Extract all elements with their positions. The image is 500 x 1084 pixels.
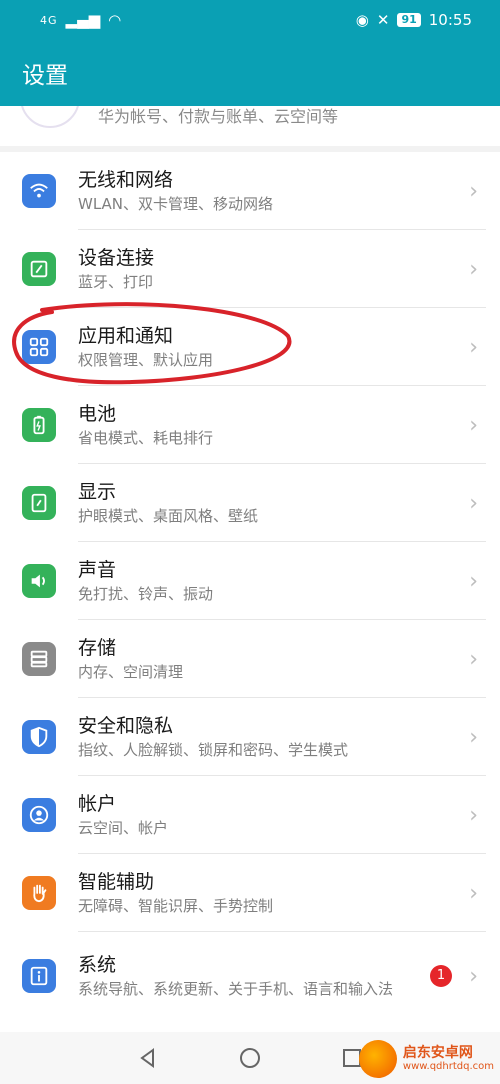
chevron-right-icon: ›: [469, 256, 478, 282]
settings-item-text: 安全和隐私指纹、人脸解锁、锁屏和密码、学生模式: [78, 713, 440, 761]
settings-item-title: 声音: [78, 559, 117, 581]
settings-item-subtitle: 省电模式、耗电排行: [78, 429, 214, 447]
settings-item[interactable]: 设备连接蓝牙、打印 ›: [0, 230, 500, 308]
settings-item[interactable]: 显示护眼模式、桌面风格、壁纸 ›: [0, 464, 500, 542]
settings-item-title: 系统: [78, 954, 117, 976]
settings-item-text: 应用和通知权限管理、默认应用: [78, 323, 440, 371]
back-icon[interactable]: [136, 1046, 160, 1070]
speaker-icon: [22, 564, 56, 598]
settings-item-text: 智能辅助无障碍、智能识屏、手势控制: [78, 869, 440, 917]
watermark-name: 启东安卓网: [402, 1045, 473, 1061]
chevron-right-icon: ›: [469, 178, 478, 204]
settings-item-text: 设备连接 蓝牙、打印: [78, 245, 440, 293]
settings-item-title: 帐户: [78, 793, 117, 815]
settings-item-text: 存储 内存、空间清理: [78, 635, 440, 683]
settings-item-text: 系统系统导航、系统更新、关于手机、语言和输入法: [78, 952, 440, 1000]
settings-item[interactable]: 智能辅助无障碍、智能识屏、手势控制 ›: [0, 854, 500, 932]
account-icon: [22, 798, 56, 832]
settings-item[interactable]: 电池省电模式、耗电排行 ›: [0, 386, 500, 464]
device-link-icon: [22, 252, 56, 286]
status-bar: 4G ▂▄▆ ◠ ◉ ✕ 91 10:55: [0, 0, 500, 40]
hand-icon: [22, 876, 56, 910]
storage-icon: [22, 642, 56, 676]
account-card[interactable]: 华为帐号、付款与账单、云空间等: [0, 106, 500, 146]
info-icon: [22, 959, 56, 993]
settings-item-subtitle: 无障碍、智能识屏、手势控制: [78, 897, 274, 915]
settings-item-text: 显示护眼模式、桌面风格、壁纸: [78, 479, 440, 527]
settings-item-subtitle: WLAN、双卡管理、移动网络: [78, 195, 274, 213]
watermark-logo-icon: [358, 1040, 397, 1078]
settings-item-subtitle: 权限管理、默认应用: [78, 351, 214, 369]
chevron-right-icon: ›: [469, 646, 478, 672]
home-icon[interactable]: [238, 1046, 262, 1070]
eye-icon: ◉: [355, 11, 369, 29]
settings-item[interactable]: 帐户云空间、帐户 ›: [0, 776, 500, 854]
wifi-status-icon: ◠: [108, 11, 122, 29]
settings-item[interactable]: 无线和网络 WLAN、双卡管理、移动网络 ›: [0, 152, 500, 230]
settings-item-title: 存储: [78, 637, 117, 659]
settings-item-text: 无线和网络 WLAN、双卡管理、移动网络: [78, 167, 440, 215]
settings-item[interactable]: 应用和通知权限管理、默认应用 ›: [0, 308, 500, 386]
chevron-right-icon: ›: [469, 802, 478, 828]
chevron-right-icon: ›: [469, 334, 478, 360]
mute-icon: ✕: [376, 11, 390, 29]
status-right: ◉ ✕ 91 10:55: [356, 11, 472, 29]
chevron-right-icon: ›: [469, 724, 478, 750]
network-type: 4G: [40, 13, 58, 27]
battery-icon: [22, 408, 56, 442]
settings-item-subtitle: 免打扰、铃声、振动: [78, 585, 214, 603]
battery-level: 91: [397, 13, 421, 27]
settings-item[interactable]: 存储内存、空间清理 ›: [0, 620, 500, 698]
account-subtitle: 华为帐号、付款与账单、云空间等: [98, 107, 339, 126]
settings-item-title: 设备连接: [78, 247, 155, 269]
settings-item-subtitle: 蓝牙、打印: [78, 273, 154, 291]
watermark: 启东安卓网 www.qdhrtdq.com: [358, 1040, 494, 1078]
status-left: 4G ▂▄▆ ◠: [40, 11, 121, 29]
clock: 10:55: [428, 11, 472, 29]
chevron-right-icon: ›: [469, 412, 478, 438]
settings-item-title: 无线和网络: [78, 169, 174, 191]
notification-badge: 1: [430, 965, 452, 987]
settings-item-title: 电池: [78, 403, 117, 425]
settings-item-text: 声音免打扰、铃声、振动: [78, 557, 440, 605]
settings-item[interactable]: 声音免打扰、铃声、振动 ›: [0, 542, 500, 620]
settings-item-title: 智能辅助: [78, 871, 155, 893]
signal-icon: ▂▄▆: [65, 11, 101, 29]
display-icon: [22, 486, 56, 520]
settings-item-title: 安全和隐私: [78, 715, 174, 737]
chevron-right-icon: ›: [469, 880, 478, 906]
apps-grid-icon: [22, 330, 56, 364]
settings-item[interactable]: 安全和隐私指纹、人脸解锁、锁屏和密码、学生模式 ›: [0, 698, 500, 776]
settings-item-subtitle: 护眼模式、桌面风格、壁纸: [78, 507, 259, 525]
settings-item-subtitle: 内存、空间清理: [78, 663, 184, 681]
settings-item-text: 电池省电模式、耗电排行: [78, 401, 440, 449]
settings-list: 无线和网络 WLAN、双卡管理、移动网络 › 设备连接 蓝牙、打印 › 应用和通知 权限管理、…: [0, 152, 500, 1032]
shield-icon: [22, 720, 56, 754]
settings-item-subtitle: 指纹、人脸解锁、锁屏和密码、学生模式: [78, 741, 349, 759]
watermark-url: www.qdhrtdq.com: [402, 1061, 494, 1072]
chevron-right-icon: ›: [469, 568, 478, 594]
title-bar: 设置: [0, 40, 500, 106]
settings-item-subtitle: 云空间、帐户: [78, 819, 169, 837]
settings-item-title: 显示: [78, 481, 117, 503]
settings-item-title: 应用和通知: [78, 325, 174, 347]
settings-item[interactable]: 系统 系统导航、系统更新、关于手机、语言和输入法 1 ›: [0, 932, 500, 1020]
avatar: [20, 106, 80, 128]
wifi-icon: [22, 174, 56, 208]
settings-item-text: 帐户 云空间、帐户: [78, 791, 440, 839]
chevron-right-icon: ›: [469, 490, 478, 516]
chevron-right-icon: ›: [469, 963, 478, 989]
page-title: 设置: [22, 63, 68, 89]
settings-item-subtitle: 系统导航、系统更新、关于手机、语言和输入法: [78, 980, 394, 998]
